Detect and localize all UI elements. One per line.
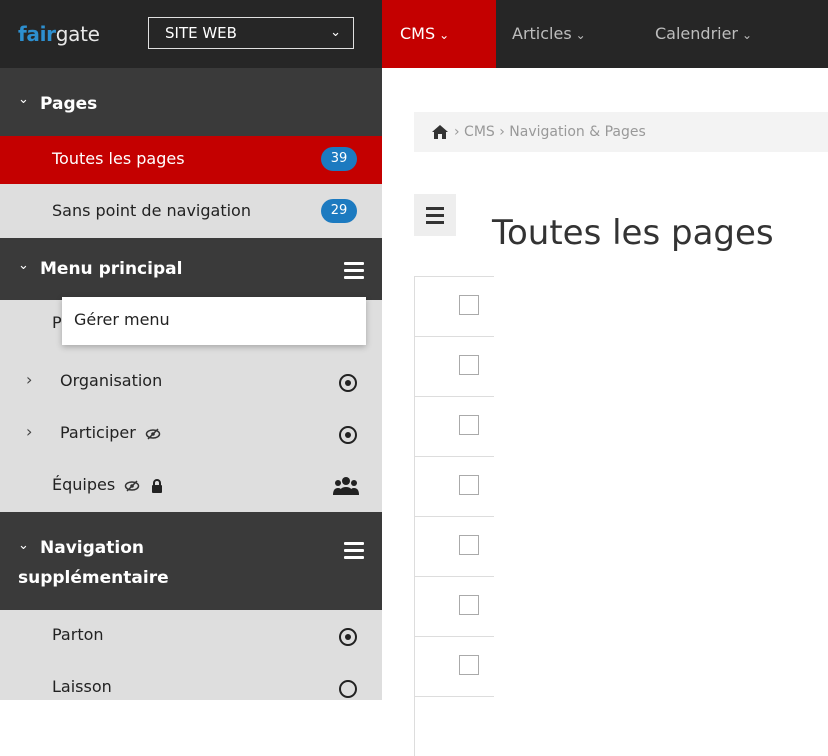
site-selector[interactable]: SITE WEB ⌄ [148,17,354,49]
sidebar-item-label: Laisson [52,677,112,696]
sidebar-item-label: Toutes les pages [52,149,185,168]
main-content: › CMS › Navigation & Pages Toutes les pa… [382,68,828,756]
chevron-right-icon[interactable]: › [26,370,32,389]
chevron-down-icon: ⌄ [575,28,586,42]
row-checkbox[interactable] [459,295,479,315]
sidebar-item-sans-point-de-navigation[interactable]: Sans point de navigation 29 [0,188,382,236]
table-row [414,576,494,636]
sidebar-item-label-wrap: Participer [60,423,161,442]
table-row [414,516,494,576]
count-badge: 29 [321,199,357,223]
chevron-down-icon: ⌄ [439,28,450,42]
target-icon[interactable] [339,374,357,392]
pages-table [414,276,494,756]
table-row [414,456,494,516]
chevron-down-icon: ⌄ [18,92,29,107]
table-row [414,696,494,756]
sidebar-item-parton[interactable]: Parton [0,612,382,660]
table-row [414,336,494,396]
nav-calendrier-label: Calendrier [655,24,739,43]
sidebar-item-organisation[interactable]: › Organisation [0,358,382,406]
nav-calendrier[interactable]: Calendrier ⌄ [655,0,752,68]
chevron-down-icon: ⌄ [18,258,29,273]
breadcrumb-text[interactable]: › CMS › Navigation & Pages [454,112,646,152]
table-row [414,396,494,456]
eye-slash-icon [145,427,161,440]
sidebar-item-toutes-les-pages[interactable]: Toutes les pages 39 [0,136,382,184]
section-menu-principal-title: Menu principal [40,259,183,279]
dropdown-option-gerer-menu[interactable]: Gérer menu [74,310,170,329]
nav-articles[interactable]: Articles ⌄ [512,0,586,68]
table-row [414,276,494,336]
hamburger-toggle-icon[interactable] [414,194,456,236]
table-row [414,636,494,696]
target-icon[interactable] [339,628,357,646]
row-checkbox[interactable] [459,535,479,555]
nav-cms[interactable]: CMS ⌄ [382,0,496,68]
row-checkbox[interactable] [459,475,479,495]
count-badge: 39 [321,147,357,171]
logo[interactable]: fairgate [18,22,100,46]
row-checkbox[interactable] [459,415,479,435]
sidebar-item-label: Participer [60,423,136,442]
section-pages-title: Pages [40,94,98,114]
sidebar-item-equipes[interactable]: Équipes [0,462,382,510]
sidebar: ⌄ Pages Toutes les pages 39 Sans point d… [0,68,382,700]
page-title: Toutes les pages [492,212,774,253]
sidebar-item-label: Sans point de navigation [52,201,251,220]
chevron-down-icon: ⌄ [18,538,29,553]
hamburger-menu-icon[interactable] [344,262,364,283]
sidebar-item-label: Parton [52,625,104,644]
sidebar-item-label: P [52,313,62,332]
row-checkbox[interactable] [459,355,479,375]
chevron-down-icon: ⌄ [742,28,753,42]
sidebar-item-label: Organisation [60,371,163,390]
sidebar-item-label: Équipes [52,475,116,494]
hamburger-menu-icon[interactable] [344,542,364,563]
section-nav-supp-header[interactable]: ⌄ Navigation supplémentaire [0,512,382,610]
top-bar: fairgate SITE WEB ⌄ CMS ⌄ Articles ⌄ Calen… [0,0,828,68]
logo-fair: fair [18,22,56,46]
eye-slash-icon [125,479,140,492]
target-icon[interactable] [339,426,357,444]
sidebar-item-participer[interactable]: › Participer [0,410,382,458]
nav-articles-label: Articles [512,24,572,43]
section-nav-supp-title-2: supplémentaire [18,568,169,588]
logo-gate: gate [55,22,100,46]
site-selector-label: SITE WEB [165,24,237,42]
circle-icon[interactable] [339,680,357,698]
sidebar-item-laisson[interactable]: Laisson [0,664,382,712]
section-menu-principal-header[interactable]: ⌄ Menu principal [0,238,382,300]
row-checkbox[interactable] [459,655,479,675]
row-checkbox[interactable] [459,595,479,615]
breadcrumb: › CMS › Navigation & Pages [414,112,828,152]
chevron-down-icon: ⌄ [330,25,341,40]
sidebar-item-label-wrap: Équipes [52,475,163,494]
lock-icon [152,478,163,493]
chevron-right-icon[interactable]: › [26,422,32,441]
team-icon[interactable] [333,475,359,497]
nav-cms-label: CMS [400,24,436,43]
home-icon[interactable] [432,125,448,139]
section-nav-supp-title-1: Navigation [40,538,144,558]
section-pages-header[interactable]: ⌄ Pages [0,68,382,136]
menu-dropdown: Gérer menu [62,297,366,345]
